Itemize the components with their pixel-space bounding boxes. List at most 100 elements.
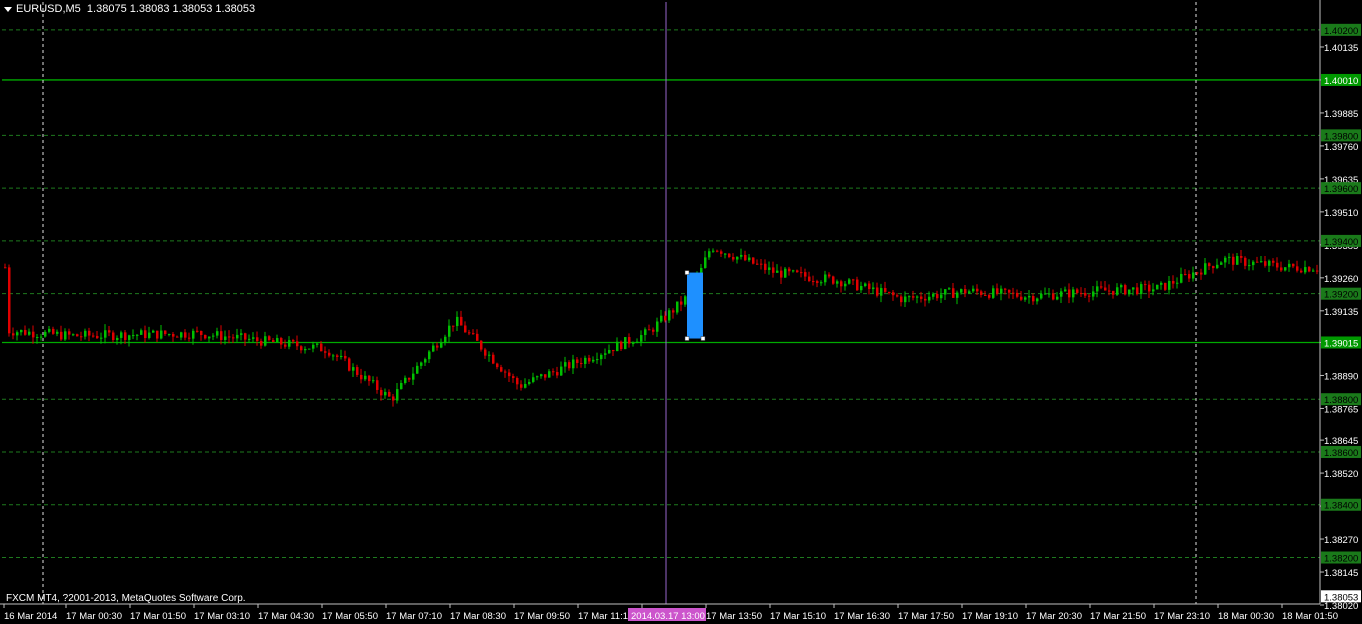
candle-body [1016, 292, 1019, 297]
candle-body [236, 334, 239, 339]
time-tick-label: 17 Mar 07:10 [386, 611, 442, 622]
candle-body [556, 372, 559, 376]
candle-body [852, 279, 855, 281]
time-tick-label: 17 Mar 23:10 [1154, 611, 1210, 622]
candle-body [848, 279, 851, 284]
candle-body [968, 291, 971, 294]
candle-body [48, 328, 51, 332]
candle-body [380, 389, 383, 396]
candle-body [504, 371, 507, 373]
candle-body [984, 294, 987, 296]
candle-body [1120, 285, 1123, 288]
candle-body [704, 257, 707, 268]
candle-body [336, 355, 339, 357]
candle-body [348, 358, 351, 371]
candle-body [1128, 289, 1131, 295]
price-chart[interactable]: 1.401351.400101.398851.397601.396351.395… [0, 0, 1362, 624]
candle-body [108, 330, 111, 333]
candle-body [520, 384, 523, 388]
candle-body [120, 332, 123, 338]
candle-body [552, 371, 555, 373]
candle-body [1104, 287, 1107, 291]
candle-body [404, 377, 407, 383]
candle-body [568, 362, 571, 369]
candle-body [140, 330, 143, 335]
candle-body [104, 330, 107, 338]
candle-body [300, 346, 303, 351]
level-price-tag-label: 1.38400 [1324, 501, 1358, 512]
time-tick-label: 17 Mar 15:10 [770, 611, 826, 622]
candle-body [200, 330, 203, 335]
candle-body [1052, 293, 1055, 300]
candle-body [784, 268, 787, 278]
candle-body [176, 336, 179, 338]
candle-body [880, 288, 883, 296]
candle-body [1124, 285, 1127, 295]
candle-body [524, 383, 527, 388]
candle-body [1180, 273, 1183, 283]
candle-body [940, 294, 943, 299]
level-price-tag-label: 1.39800 [1324, 131, 1358, 142]
candle-body [356, 367, 359, 375]
candle-body [672, 310, 675, 313]
candle-body [160, 330, 163, 339]
candle-body [732, 257, 735, 260]
candle-body [408, 377, 411, 380]
time-tick-label: 17 Mar 17:50 [898, 611, 954, 622]
candle-body [28, 331, 31, 335]
candle-body [248, 338, 251, 340]
candle-body [4, 267, 7, 269]
candle-body [668, 310, 671, 321]
candle-body [16, 332, 19, 336]
candle-body [352, 367, 355, 371]
level-price-tag-label: 1.38600 [1324, 448, 1358, 459]
candle-body [1308, 267, 1311, 272]
candle-body [640, 335, 643, 342]
candle-body [500, 367, 503, 372]
candle-body [284, 344, 287, 347]
candle-body [1084, 292, 1087, 296]
candle-body [272, 340, 275, 343]
candle-body [460, 316, 463, 326]
candle-body [320, 343, 323, 352]
candle-body [1172, 281, 1175, 284]
candle-body [220, 331, 223, 340]
candle-body [276, 338, 279, 343]
level-price-tag-label: 1.40200 [1324, 26, 1358, 37]
candle-body [564, 362, 567, 367]
candle-body [56, 331, 59, 334]
time-tick-label: 17 Mar 09:50 [514, 611, 570, 622]
candle-body [1272, 260, 1275, 263]
candle-body [544, 374, 547, 378]
candle-body [884, 288, 887, 292]
candle-body [708, 251, 711, 258]
candle-body [1000, 288, 1003, 294]
candle-body [536, 376, 539, 378]
candle-body [832, 276, 835, 284]
candle-body [1196, 272, 1199, 274]
time-tick-label: 17 Mar 03:10 [194, 611, 250, 622]
time-tick-label: 17 Mar 13:50 [706, 611, 762, 622]
candle-body [548, 371, 551, 378]
candle-body [264, 336, 267, 346]
time-tick-label: 16 Mar 2014 [4, 611, 57, 622]
candle-body [800, 272, 803, 274]
candle-body [1032, 296, 1035, 302]
candle-body [192, 330, 195, 339]
candle-body [512, 376, 515, 379]
candle-body [436, 345, 439, 348]
candle-body [1204, 263, 1207, 275]
candle-body [224, 336, 227, 340]
candle-body [1276, 262, 1279, 268]
price-tick-label: 1.39510 [1324, 208, 1358, 219]
candle-body [1136, 287, 1139, 295]
candle-body [1076, 289, 1079, 293]
candle-body [1168, 281, 1171, 290]
candle-body [872, 287, 875, 290]
candle-body [932, 293, 935, 297]
candle-body [528, 381, 531, 384]
candle-body [240, 333, 243, 335]
candle-body [1036, 298, 1039, 302]
candle-body [764, 263, 767, 270]
candle-body [1156, 284, 1159, 290]
